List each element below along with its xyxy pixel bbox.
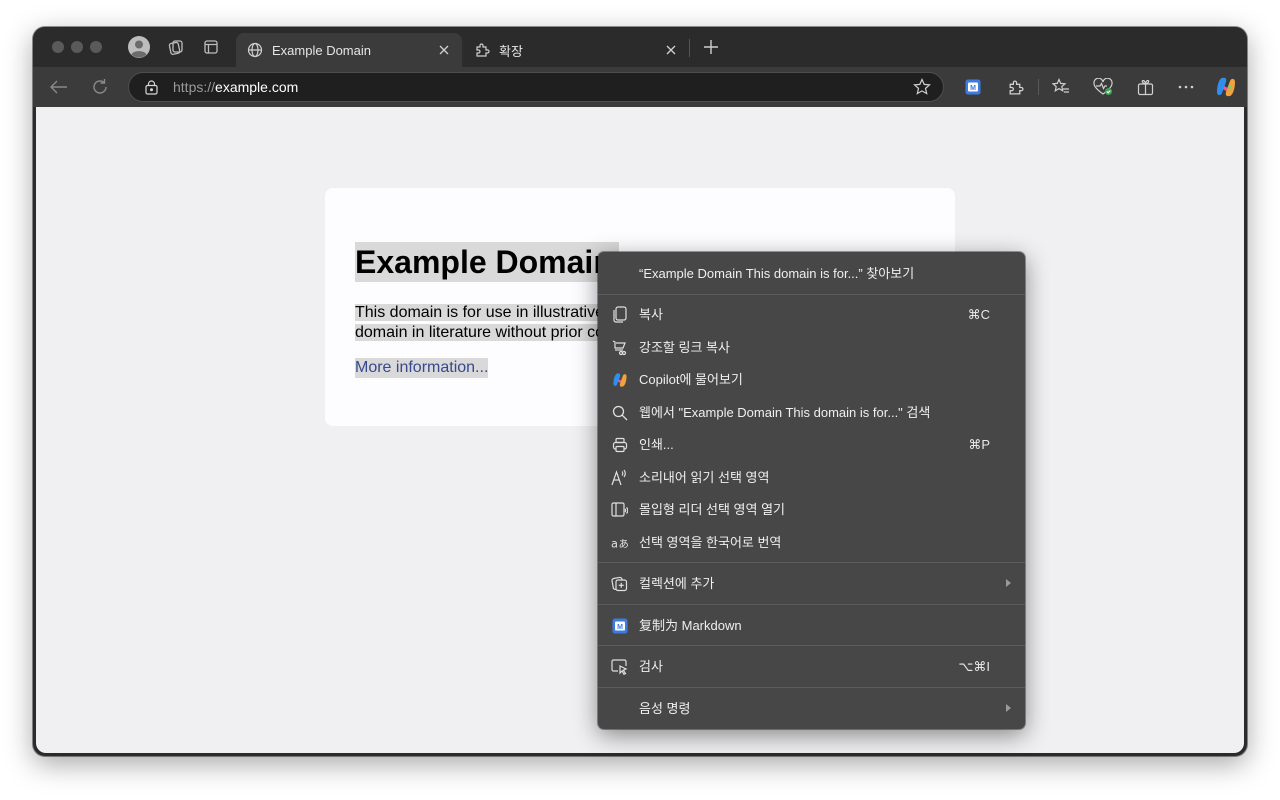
paragraph-line-2: domain in literature without prior co [355, 324, 605, 341]
menu-item-label: 인쇄... [639, 437, 674, 452]
markdown-extension-icon[interactable]: M [961, 75, 985, 99]
toolbar-divider [1038, 79, 1039, 95]
menu-item-shortcut: ⌘C [967, 307, 990, 322]
more-options-icon[interactable] [1174, 75, 1198, 99]
svg-text:あ: あ [619, 538, 628, 549]
copilot-icon [611, 371, 628, 388]
browser-essentials-heart-icon[interactable] [1091, 75, 1115, 99]
lock-icon[interactable] [143, 79, 159, 95]
menu-item-add-to-collections[interactable]: 컬렉션에 추가 [598, 568, 1025, 598]
menu-item-label: 음성 명령 [639, 701, 691, 716]
menu-item-label: 몰입형 리더 선택 영역 열기 [639, 502, 786, 517]
menu-item-label: 复制为 Markdown [639, 618, 742, 633]
tab-actions-icon[interactable] [199, 35, 223, 59]
url-scheme: https:// [173, 79, 216, 95]
tab-example-domain[interactable]: Example Domain [236, 33, 462, 67]
print-icon [611, 436, 628, 453]
menu-item-immersive-reader[interactable]: 몰입형 리더 선택 영역 열기 [598, 494, 1025, 524]
menu-item-label: 선택 영역을 한국어로 번역 [639, 535, 782, 550]
tab-separator [689, 39, 690, 57]
menu-separator [598, 294, 1025, 295]
menu-item-copy-link-to-highlight[interactable]: 강조할 링크 복사 [598, 332, 1025, 362]
tab-title: Example Domain [272, 42, 371, 58]
workspaces-icon[interactable] [164, 35, 188, 59]
immersive-reader-icon [611, 501, 628, 518]
read-aloud-icon [611, 469, 628, 486]
address-bar[interactable]: https://example.com [128, 72, 944, 102]
tab-strip: Example Domain 확장 [33, 27, 1247, 67]
extensions-puzzle-icon[interactable] [1003, 75, 1027, 99]
inspect-icon [611, 658, 628, 675]
profile-avatar-icon[interactable] [127, 35, 151, 59]
url-text[interactable]: https://example.com [173, 79, 298, 95]
menu-item-label: Copilot에 물어보기 [639, 372, 743, 387]
menu-item-label: 웹에서 "Example Domain This domain is for..… [639, 405, 931, 420]
submenu-arrow-icon [1006, 704, 1011, 712]
copy-icon [611, 306, 628, 323]
collections-icon[interactable] [1133, 75, 1157, 99]
menu-separator [598, 604, 1025, 605]
menu-item-copy[interactable]: 복사 ⌘C [598, 299, 1025, 329]
menu-separator [598, 687, 1025, 688]
menu-item-ask-copilot[interactable]: Copilot에 물어보기 [598, 364, 1025, 394]
menu-separator [598, 645, 1025, 646]
context-menu: “Example Domain This domain is for...” 찾… [598, 252, 1025, 729]
menu-item-label: “Example Domain This domain is for...” 찾… [639, 266, 915, 281]
url-host: example.com [215, 79, 299, 95]
markdown-extension-icon: M [611, 617, 628, 634]
submenu-arrow-icon [1006, 579, 1011, 587]
close-icon[interactable] [663, 42, 679, 58]
globe-icon [246, 41, 264, 59]
toolbar: https://example.com M [33, 67, 1247, 107]
tab-title: 확장 [499, 43, 523, 59]
tab-extensions[interactable]: 확장 [463, 33, 689, 67]
menu-item-lookup[interactable]: “Example Domain This domain is for...” 찾… [598, 258, 1025, 288]
menu-item-search-web[interactable]: 웹에서 "Example Domain This domain is for..… [598, 397, 1025, 427]
menu-item-copy-as-markdown[interactable]: M 复制为 Markdown [598, 610, 1025, 640]
collections-add-icon [611, 575, 628, 592]
menu-item-print[interactable]: 인쇄... ⌘P [598, 429, 1025, 459]
svg-text:M: M [617, 624, 623, 631]
favorites-icon[interactable] [1049, 75, 1073, 99]
menu-item-read-aloud[interactable]: 소리내어 읽기 선택 영역 [598, 462, 1025, 492]
add-favorite-star-icon[interactable] [913, 78, 931, 96]
menu-item-shortcut: ⌥⌘I [958, 659, 990, 674]
translate-icon: aあ [611, 534, 628, 551]
menu-separator [598, 562, 1025, 563]
link-highlight-icon [611, 339, 628, 356]
refresh-icon[interactable] [88, 75, 112, 99]
paragraph-line-1: This domain is for use in illustrative [355, 304, 604, 321]
menu-item-label: 검사 [639, 659, 663, 674]
copilot-icon[interactable] [1214, 75, 1238, 99]
menu-item-label: 소리내어 읽기 선택 영역 [639, 470, 770, 485]
svg-text:M: M [970, 85, 976, 92]
back-arrow-icon[interactable] [47, 75, 71, 99]
close-icon[interactable] [436, 42, 452, 58]
more-information-link[interactable]: More information... [355, 358, 489, 378]
window-close-button[interactable] [52, 41, 64, 53]
menu-item-label: 강조할 링크 복사 [639, 340, 730, 355]
window-minimize-button[interactable] [71, 41, 83, 53]
menu-item-label: 컬렉션에 추가 [639, 576, 715, 591]
new-tab-plus-icon[interactable] [699, 35, 723, 59]
svg-text:a: a [611, 536, 618, 549]
search-icon [611, 404, 628, 421]
menu-item-label: 복사 [639, 307, 663, 322]
menu-item-inspect[interactable]: 검사 ⌥⌘I [598, 651, 1025, 681]
menu-item-speech[interactable]: 음성 명령 [598, 693, 1025, 723]
extension-icon [473, 41, 491, 59]
menu-item-translate[interactable]: aあ 선택 영역을 한국어로 번역 [598, 527, 1025, 557]
menu-item-shortcut: ⌘P [968, 437, 990, 452]
window-zoom-button[interactable] [90, 41, 102, 53]
page-title: Example Domain [355, 242, 619, 282]
